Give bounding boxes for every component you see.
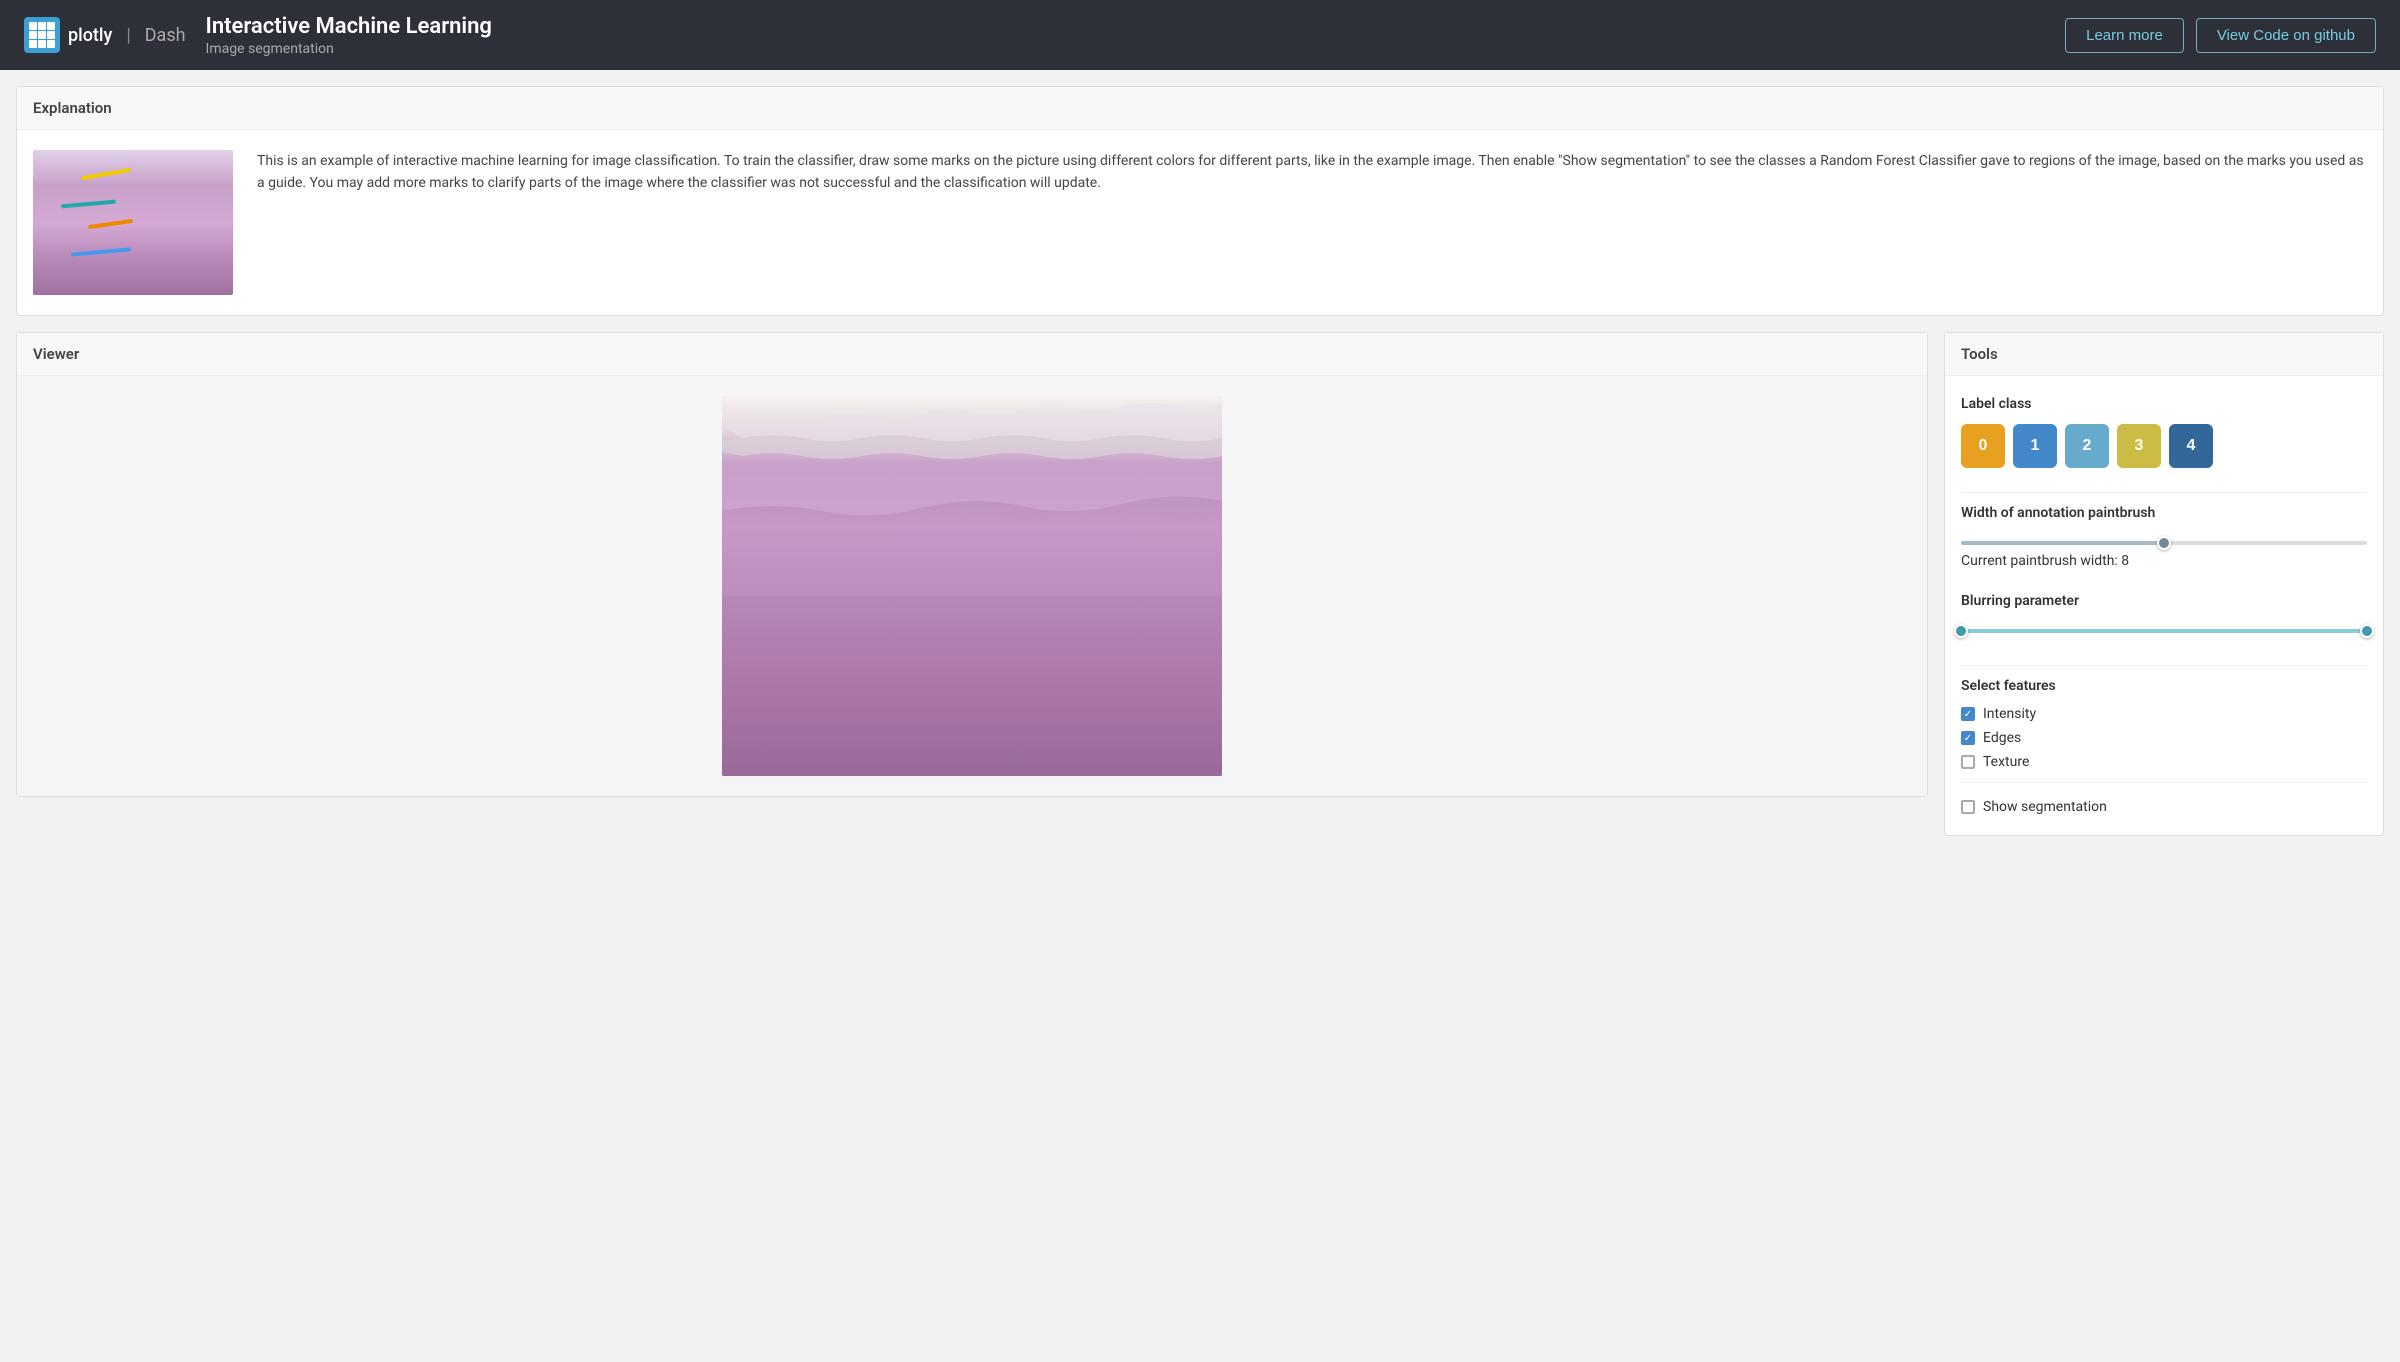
paintbrush-slider-fill: [1961, 541, 2164, 545]
edges-label: Edges: [1983, 730, 2021, 746]
divider-2: [1961, 665, 2367, 666]
explanation-text: This is an example of interactive machin…: [257, 150, 2367, 195]
logo-separator: |: [126, 25, 130, 46]
edges-checkbox[interactable]: ✓: [1961, 731, 1975, 745]
blue-mark: [71, 247, 131, 256]
teal-mark: [61, 200, 116, 209]
tools-section-title: Tools: [1945, 333, 2383, 376]
texture-checkbox[interactable]: [1961, 755, 1975, 769]
label-class-title: Label class: [1961, 396, 2367, 412]
blurring-slider-track[interactable]: [1961, 629, 2367, 633]
label-btn-0[interactable]: 0: [1961, 424, 2005, 468]
tools-body: Label class 0 1 2 3 4 Width of annotatio…: [1945, 376, 2383, 835]
explanation-body: This is an example of interactive machin…: [17, 130, 2383, 315]
viewer-section-title: Viewer: [17, 333, 1927, 376]
explanation-card: Explanation This is an example of intera…: [16, 86, 2384, 316]
paintbrush-width-title: Width of annotation paintbrush: [1961, 505, 2367, 521]
dash-text: Dash: [145, 25, 186, 46]
feature-intensity[interactable]: ✓ Intensity: [1961, 706, 2367, 722]
blurring-slider-container[interactable]: [1961, 621, 2367, 641]
blurring-slider-fill: [1961, 629, 2367, 633]
app-subtitle: Image segmentation: [206, 41, 492, 57]
texture-label: Texture: [1983, 754, 2029, 770]
features-title: Select features: [1961, 678, 2367, 694]
logo-text: plotly: [68, 25, 112, 46]
plotly-logo-icon: [24, 17, 60, 53]
select-features-section: Select features ✓ Intensity ✓ Edges Text…: [1961, 678, 2367, 770]
intensity-checkbox[interactable]: ✓: [1961, 707, 1975, 721]
tools-card: Tools Label class 0 1 2 3 4 Width: [1944, 332, 2384, 836]
bottom-section: Viewer: [16, 332, 2384, 836]
blurring-thumb-left[interactable]: [1954, 624, 1968, 638]
show-segmentation-label: Show segmentation: [1983, 799, 2107, 815]
label-btn-1[interactable]: 1: [2013, 424, 2057, 468]
header-buttons: Learn more View Code on github: [2065, 18, 2376, 53]
label-btn-4[interactable]: 4: [2169, 424, 2213, 468]
header: plotly | Dash Interactive Machine Learni…: [0, 0, 2400, 70]
feature-edges[interactable]: ✓ Edges: [1961, 730, 2367, 746]
current-paintbrush-label: Current paintbrush width: 8: [1961, 553, 2367, 569]
viewer-card: Viewer: [16, 332, 1928, 797]
intensity-label: Intensity: [1983, 706, 2036, 722]
blurring-section: Blurring parameter: [1961, 593, 2367, 641]
view-code-button[interactable]: View Code on github: [2196, 18, 2376, 53]
yellow-mark: [81, 168, 131, 181]
paintbrush-slider-track[interactable]: [1961, 541, 2367, 545]
divider-3: [1961, 782, 2367, 783]
show-segmentation-checkbox[interactable]: [1961, 800, 1975, 814]
label-btn-3[interactable]: 3: [2117, 424, 2161, 468]
label-buttons: 0 1 2 3 4: [1961, 424, 2367, 468]
show-segmentation-row[interactable]: Show segmentation: [1961, 799, 2367, 815]
explanation-section-title: Explanation: [17, 87, 2383, 130]
main-content: Explanation This is an example of intera…: [0, 70, 2400, 852]
paintbrush-slider-container[interactable]: [1961, 533, 2367, 553]
label-btn-2[interactable]: 2: [2065, 424, 2109, 468]
learn-more-button[interactable]: Learn more: [2065, 18, 2184, 53]
viewer-body[interactable]: [17, 376, 1927, 796]
blurring-title: Blurring parameter: [1961, 593, 2367, 609]
explanation-image: [33, 150, 233, 295]
app-title: Interactive Machine Learning: [206, 14, 492, 39]
feature-texture[interactable]: Texture: [1961, 754, 2367, 770]
logo-area: plotly | Dash: [24, 17, 186, 53]
blurring-thumb-right[interactable]: [2360, 624, 2374, 638]
divider-1: [1961, 492, 2367, 493]
tissue-image[interactable]: [722, 396, 1222, 776]
paintbrush-slider-thumb[interactable]: [2157, 536, 2171, 550]
label-class-section: Label class 0 1 2 3 4: [1961, 396, 2367, 468]
app-title-area: Interactive Machine Learning Image segme…: [206, 14, 492, 57]
orange-mark: [88, 219, 133, 229]
paintbrush-section: Width of annotation paintbrush Current p…: [1961, 505, 2367, 569]
tissue-svg: [722, 396, 1222, 776]
